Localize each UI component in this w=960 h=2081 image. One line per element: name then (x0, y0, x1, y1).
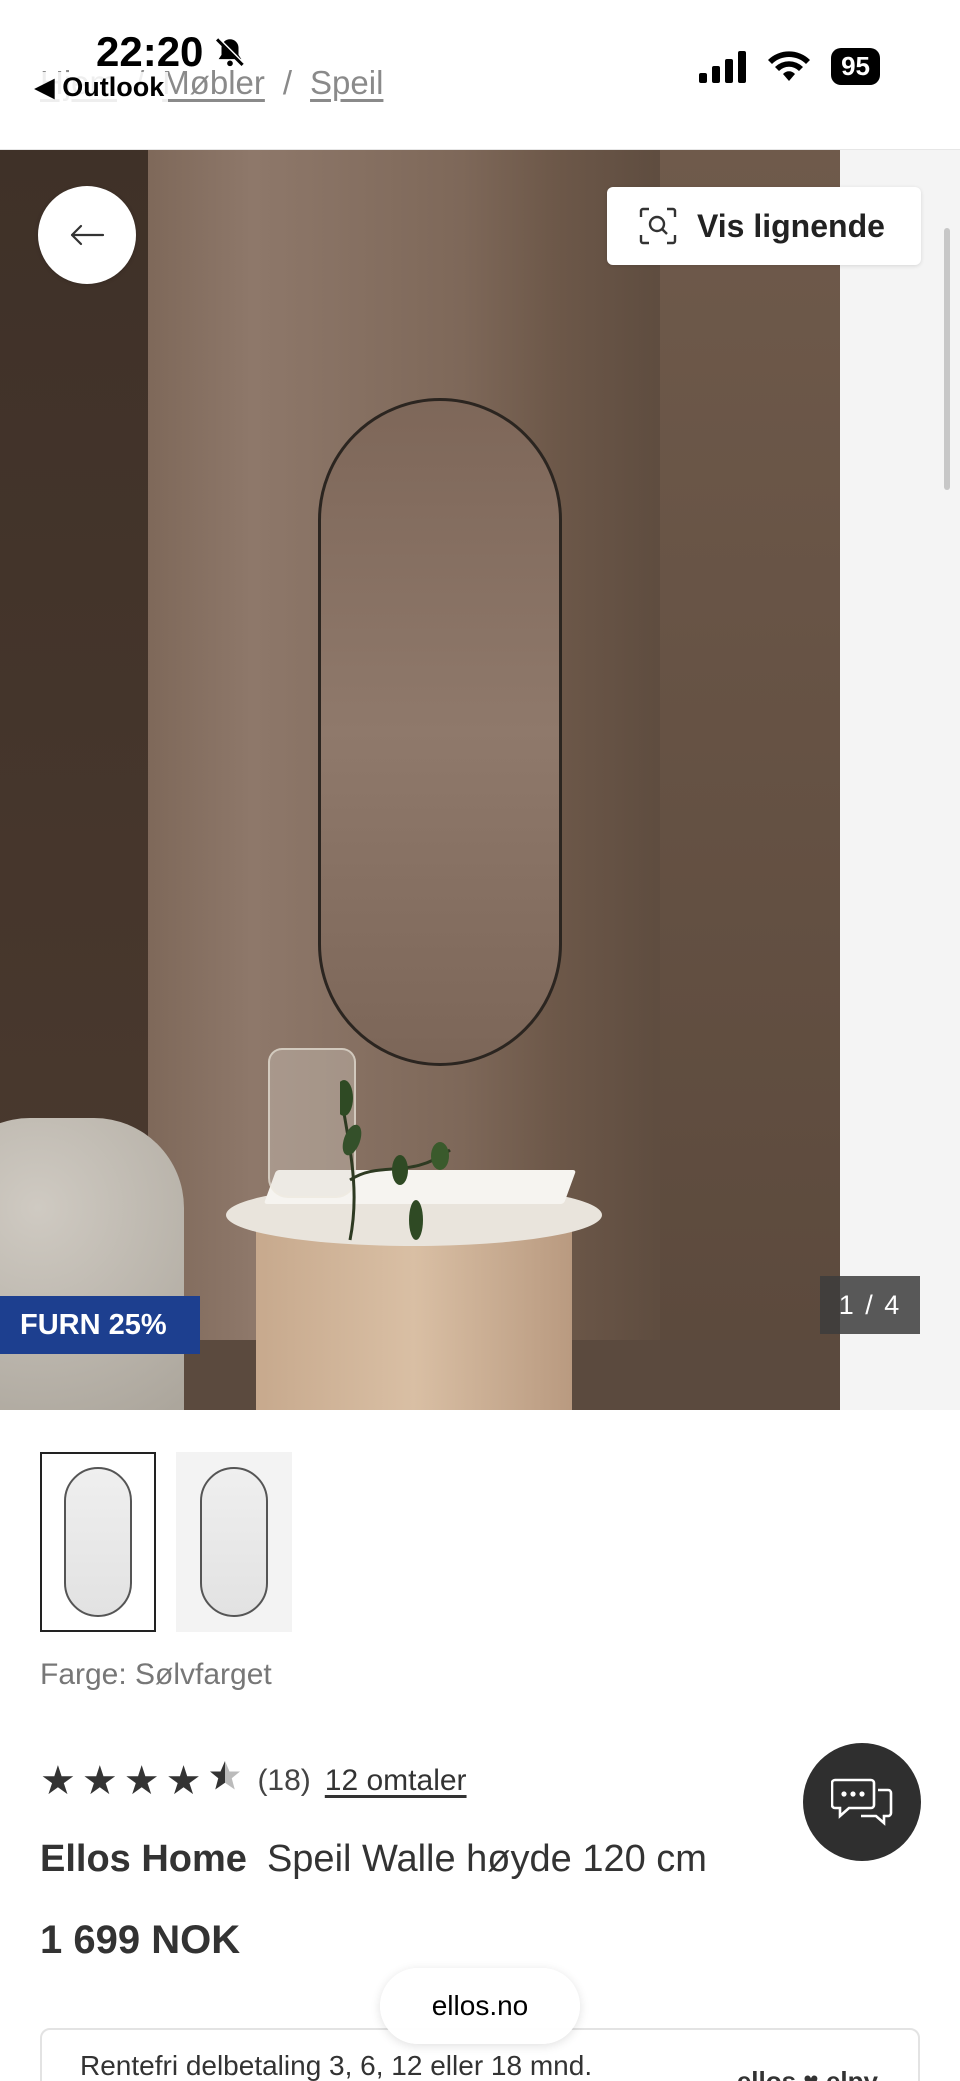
mirror-illustration (318, 398, 562, 1066)
finance-logo: ellos ♥ elpy (736, 2066, 878, 2081)
sofa-illustration (0, 1118, 184, 1410)
vis-lignende-label: Vis lignende (697, 207, 885, 244)
product-name: Speil Walle høyde 120 cm (266, 1838, 707, 1880)
image-counter: 1 / 4 (820, 1276, 920, 1334)
mirror-thumbnail-image (200, 1467, 268, 1617)
star-icon: ★ (165, 1759, 204, 1803)
status-indicators: 95 (699, 48, 880, 85)
plant-illustration (340, 1080, 451, 1241)
status-time-text: 22:20 (96, 28, 204, 75)
browser-url: ellos.no (431, 1990, 529, 2021)
top-bar: Hjem / Møbler / Speil 22:20 ◀ Outlook 95 (0, 0, 960, 150)
thumbnail-1[interactable] (40, 1452, 156, 1632)
wifi-icon (768, 50, 811, 81)
wall-panel-right (660, 150, 840, 1410)
breadcrumb-separator: / (282, 64, 293, 101)
product-brand[interactable]: Ellos Home (40, 1838, 247, 1881)
finance-text: Rentefri delbetaling 3, 6, 12 eller 18 m… (80, 2050, 593, 2081)
back-button[interactable] (38, 186, 136, 284)
rating-count: (18) (257, 1764, 311, 1797)
visual-search-icon (639, 207, 677, 245)
star-icon: ★ (123, 1759, 162, 1803)
product-title: Ellos Home Speil Walle høyde 120 cm (40, 1838, 707, 1881)
chat-bubbles-icon (831, 1778, 893, 1826)
vis-lignende-button[interactable]: Vis lignende (607, 187, 921, 265)
thumbnail-strip (40, 1452, 292, 1632)
browser-url-bar[interactable]: ellos.no (380, 1968, 580, 2044)
battery-indicator: 95 (831, 48, 880, 85)
product-image[interactable] (0, 150, 840, 1410)
status-time: 22:20 (96, 28, 247, 76)
product-price: 1 699 NOK (40, 1918, 241, 1962)
bell-slash-icon (216, 37, 246, 67)
breadcrumb-speil[interactable]: Speil (310, 64, 383, 102)
star-icon: ★ (81, 1759, 120, 1803)
chat-button[interactable] (803, 1743, 921, 1861)
promo-badge: FURN 25% (0, 1296, 200, 1354)
back-to-app-button[interactable]: ◀ Outlook (30, 72, 169, 103)
star-rating: ★ ★ ★ ★ (40, 1758, 243, 1804)
image-gutter (840, 150, 960, 1410)
thumbnail-2[interactable] (176, 1452, 292, 1632)
rating-row: ★ ★ ★ ★ (18) 12 omtaler (40, 1758, 467, 1804)
cellular-signal-icon (699, 50, 747, 83)
scrollbar[interactable] (944, 228, 950, 490)
star-icon: ★ (40, 1759, 78, 1803)
arrow-left-icon (70, 224, 105, 246)
color-label: Farge: Sølvfarget (40, 1658, 272, 1691)
reviews-link[interactable]: 12 omtaler (325, 1764, 467, 1798)
half-star-icon (210, 1761, 241, 1790)
mirror-thumbnail-image (64, 1467, 132, 1617)
